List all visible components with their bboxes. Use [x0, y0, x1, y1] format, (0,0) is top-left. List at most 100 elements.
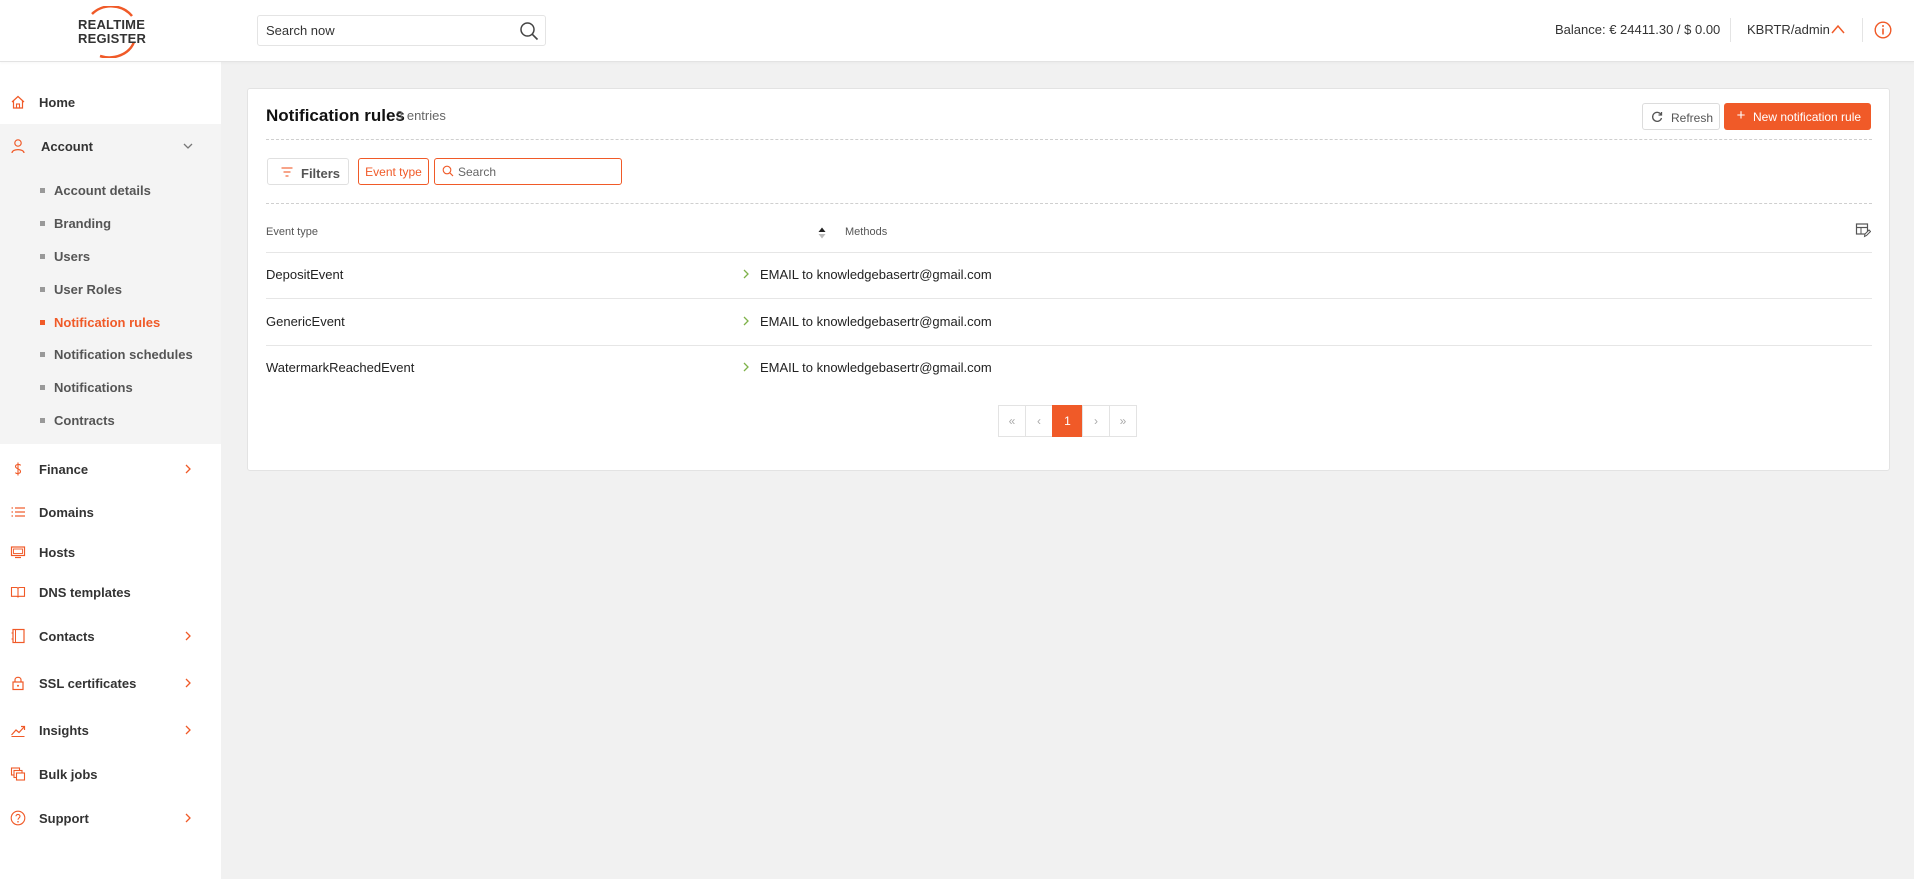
sidebar-subitem-label: Account details — [54, 183, 151, 198]
new-notification-rule-button[interactable]: + New notification rule — [1724, 103, 1871, 130]
table-row[interactable]: GenericEvent EMAIL to knowledgebasertr@g… — [266, 299, 1872, 345]
page-1-button[interactable]: 1 — [1052, 405, 1083, 437]
chevron-right-icon — [185, 725, 191, 735]
sidebar-item-hosts[interactable]: Hosts — [0, 534, 221, 572]
sidebar-item-label: Bulk jobs — [39, 767, 98, 782]
event-type-cell: DepositEvent — [266, 267, 344, 282]
sidebar-item-insights[interactable]: Insights — [0, 712, 221, 750]
notification-rules-panel: Notification rules 3 entries Refresh + N… — [247, 88, 1890, 471]
method-cell: EMAIL to knowledgebasertr@gmail.com — [760, 314, 992, 329]
first-page-button[interactable]: « — [998, 405, 1026, 437]
sidebar-item-bulk-jobs[interactable]: Bulk jobs — [0, 756, 221, 794]
sidebar-subitem-label: Notifications — [54, 380, 133, 395]
sidebar-item-label: DNS templates — [39, 585, 131, 600]
search-icon[interactable] — [519, 21, 539, 41]
table-row[interactable]: WatermarkReachedEvent EMAIL to knowledge… — [266, 345, 1872, 391]
sidebar-item-label: Account — [41, 139, 93, 154]
sidebar-item-label: Domains — [39, 505, 94, 520]
sidebar-item-account[interactable]: Account — [0, 128, 221, 166]
help-icon — [10, 810, 26, 826]
sidebar-item-label: Home — [39, 95, 76, 110]
divider — [1730, 18, 1731, 42]
next-page-button[interactable]: › — [1082, 405, 1110, 437]
sidebar-subitem-notifications[interactable]: Notifications — [0, 372, 221, 402]
sidebar-item-support[interactable]: Support — [0, 800, 221, 838]
sidebar-item-label: SSL certificates — [39, 676, 137, 691]
logo-text-line2: REGISTER — [78, 31, 147, 46]
chevron-down-icon — [183, 143, 193, 149]
sidebar-subitem-user-roles[interactable]: User Roles — [0, 274, 221, 304]
search-icon — [442, 165, 454, 177]
sidebar-item-finance[interactable]: Finance — [0, 451, 221, 489]
pagination: « ‹ 1 › » — [998, 405, 1137, 437]
user-menu[interactable]: KBRTR/admin — [1747, 22, 1830, 37]
last-page-button[interactable]: » — [1109, 405, 1137, 437]
column-settings-icon[interactable] — [1855, 222, 1871, 238]
info-icon[interactable] — [1874, 21, 1892, 39]
sidebar-subitem-label: User Roles — [54, 282, 122, 297]
account-balance: Balance: € 24411.30 / $ 0.00 — [1555, 22, 1721, 37]
lock-icon — [12, 676, 24, 691]
expand-chevron-icon[interactable] — [741, 268, 751, 280]
sidebar-item-label: Support — [39, 811, 89, 826]
event-type-cell: WatermarkReachedEvent — [266, 360, 415, 375]
sidebar-item-ssl-certificates[interactable]: SSL certificates — [0, 665, 221, 703]
divider — [1862, 18, 1863, 42]
sidebar-subitem-account-details[interactable]: Account details — [0, 175, 221, 205]
bullet — [40, 352, 45, 357]
event-type-filter-chip[interactable]: Event type — [358, 158, 429, 185]
sidebar-subitem-contracts[interactable]: Contracts — [0, 405, 221, 435]
bullet — [40, 385, 45, 390]
table-row[interactable]: DepositEvent EMAIL to knowledgebasertr@g… — [266, 252, 1872, 298]
page-title: Notification rules — [266, 106, 405, 125]
filters-button[interactable]: Filters — [267, 158, 349, 185]
sidebar-item-domains[interactable]: Domains — [0, 494, 221, 532]
sidebar-item-label: Contacts — [39, 629, 95, 644]
filter-icon — [281, 167, 293, 177]
event-type-cell: GenericEvent — [266, 314, 345, 329]
address-book-icon — [11, 628, 25, 644]
sidebar-subitem-label: Notification schedules — [54, 347, 193, 362]
chevron-up-icon[interactable] — [1830, 22, 1846, 36]
sidebar-subitem-label: Branding — [54, 216, 112, 231]
sort-icon[interactable] — [818, 227, 826, 239]
top-bar: REALTIME REGISTER Balance: € 24411.30 / … — [0, 0, 1914, 62]
column-header-event-type[interactable]: Event type — [266, 226, 318, 238]
home-icon — [11, 95, 25, 109]
chevron-right-icon — [185, 813, 191, 823]
logo-text-line1: REALTIME — [78, 17, 146, 32]
sidebar-subitem-users[interactable]: Users — [0, 241, 221, 271]
expand-chevron-icon[interactable] — [741, 361, 751, 373]
refresh-button[interactable]: Refresh — [1642, 103, 1720, 130]
monitor-icon — [10, 546, 26, 559]
bullet — [40, 188, 45, 193]
refresh-label: Refresh — [1671, 111, 1714, 125]
list-icon — [11, 507, 25, 517]
chevron-right-icon — [185, 631, 191, 641]
chevron-right-icon — [185, 464, 191, 474]
filters-label: Filters — [301, 166, 341, 181]
sidebar-subitem-branding[interactable]: Branding — [0, 208, 221, 238]
sidebar-subitem-label: Contracts — [54, 413, 115, 428]
sidebar-item-contacts[interactable]: Contacts — [0, 618, 221, 656]
method-cell: EMAIL to knowledgebasertr@gmail.com — [760, 267, 992, 282]
refresh-icon — [1652, 111, 1663, 122]
sidebar-subitem-notification-schedules[interactable]: Notification schedules — [0, 339, 221, 369]
bullet — [40, 221, 45, 226]
realtime-register-logo[interactable]: REALTIME REGISTER — [70, 6, 150, 58]
global-search-input[interactable] — [258, 16, 498, 45]
previous-page-button[interactable]: ‹ — [1025, 405, 1053, 437]
sidebar-item-home[interactable]: Home — [0, 84, 221, 122]
sidebar-subitem-notification-rules[interactable]: Notification rules — [0, 307, 221, 337]
chevron-right-icon — [185, 678, 191, 688]
sidebar-subitem-label: Users — [54, 249, 91, 264]
bullet — [40, 418, 45, 423]
sidebar: Home Account Account details Branding Us… — [0, 62, 221, 879]
stack-icon — [10, 767, 26, 781]
expand-chevron-icon[interactable] — [741, 315, 751, 327]
table-search-input[interactable] — [458, 159, 618, 184]
book-icon — [10, 586, 26, 598]
sidebar-item-label: Insights — [39, 723, 89, 738]
column-header-methods: Methods — [845, 226, 888, 238]
sidebar-item-dns-templates[interactable]: DNS templates — [0, 574, 221, 612]
